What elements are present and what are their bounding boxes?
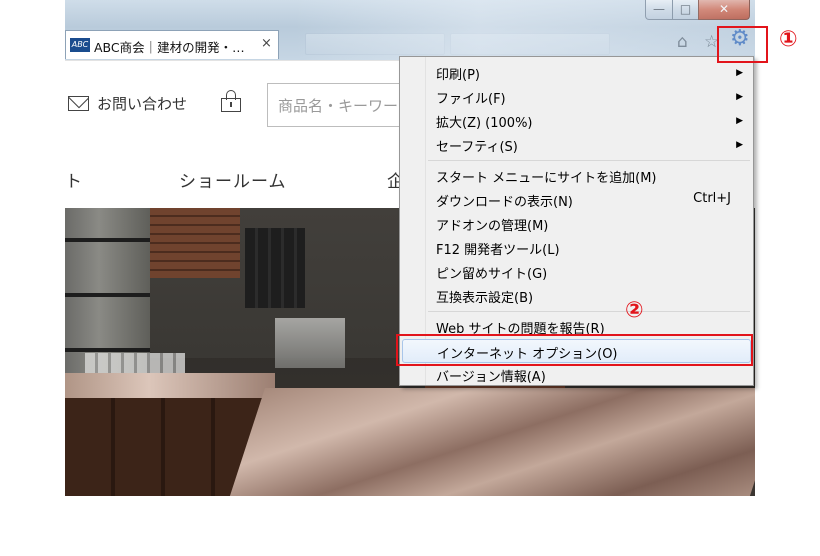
menu-item-label: ファイル(F) (436, 92, 506, 107)
tab-title: ABC商会｜建材の開発・… (94, 40, 245, 55)
menu-item-label: アドオンの管理(M) (436, 219, 549, 234)
lock-icon[interactable] (221, 90, 241, 112)
menu-item-label: F12 開発者ツール(L) (436, 243, 560, 258)
menu-item-about[interactable]: バージョン情報(A) (400, 363, 753, 387)
submenu-arrow-icon: ▶ (736, 140, 743, 150)
menu-item-file[interactable]: ファイル(F) ▶ (400, 85, 753, 109)
menu-item-manage-addons[interactable]: アドオンの管理(M) (400, 212, 753, 236)
annotation-highlight-internet-options (396, 334, 753, 366)
title-bar: — □ ✕ ABC ABC商会｜建材の開発・… × ⌂ ☆ ⚙ (65, 0, 755, 60)
menu-item-add-to-start[interactable]: スタート メニューにサイトを追加(M) (400, 164, 753, 188)
menu-item-label: セーフティ(S) (436, 140, 518, 155)
menu-item-label: 印刷(P) (436, 68, 480, 83)
menu-item-label: 互換表示設定(B) (436, 291, 534, 306)
menu-item-compat-view[interactable]: 互換表示設定(B) (400, 284, 753, 308)
menu-item-label: バージョン情報(A) (436, 370, 546, 385)
menu-item-label: 拡大(Z) (100%) (436, 116, 533, 131)
tab-active[interactable]: ABC ABC商会｜建材の開発・… × (65, 30, 279, 59)
contact-label: お問い合わせ (97, 95, 188, 113)
submenu-arrow-icon: ▶ (736, 68, 743, 78)
contact-link[interactable]: お問い合わせ (68, 93, 187, 114)
submenu-arrow-icon: ▶ (736, 116, 743, 126)
nav-item-showroom[interactable]: ショールーム (179, 167, 287, 192)
annotation-step-2: ② (625, 298, 644, 323)
menu-item-print[interactable]: 印刷(P) ▶ (400, 61, 753, 85)
menu-item-safety[interactable]: セーフティ(S) ▶ (400, 133, 753, 157)
home-icon[interactable]: ⌂ (677, 32, 688, 52)
menu-separator (428, 160, 750, 161)
tab-close-icon[interactable]: × (261, 36, 272, 51)
site-favicon-icon: ABC (70, 38, 90, 52)
menu-item-zoom[interactable]: 拡大(Z) (100%) ▶ (400, 109, 753, 133)
annotation-step-1: ① (779, 27, 798, 52)
mail-icon (68, 96, 89, 111)
menu-item-pinned-sites[interactable]: ピン留めサイト(G) (400, 260, 753, 284)
menu-item-label: スタート メニューにサイトを追加(M) (436, 171, 657, 186)
minimize-button[interactable]: — (645, 0, 673, 20)
menu-item-label: ピン留めサイト(G) (436, 267, 548, 282)
menu-item-shortcut: Ctrl+J (693, 191, 731, 206)
menu-item-dev-tools[interactable]: F12 開発者ツール(L) (400, 236, 753, 260)
background-tab[interactable] (450, 33, 610, 55)
menu-separator (428, 311, 750, 312)
menu-item-label: ダウンロードの表示(N) (436, 195, 573, 210)
submenu-arrow-icon: ▶ (736, 92, 743, 102)
close-button[interactable]: ✕ (698, 0, 750, 20)
nav-item-partial-left[interactable]: ト (65, 167, 83, 192)
maximize-button[interactable]: □ (672, 0, 699, 20)
screenshot-stage: — □ ✕ ABC ABC商会｜建材の開発・… × ⌂ ☆ ⚙ お問い合わせ 商… (0, 0, 820, 556)
background-tab[interactable] (305, 33, 445, 55)
menu-item-view-downloads[interactable]: ダウンロードの表示(N) Ctrl+J (400, 188, 753, 212)
annotation-highlight-gear (717, 26, 768, 63)
